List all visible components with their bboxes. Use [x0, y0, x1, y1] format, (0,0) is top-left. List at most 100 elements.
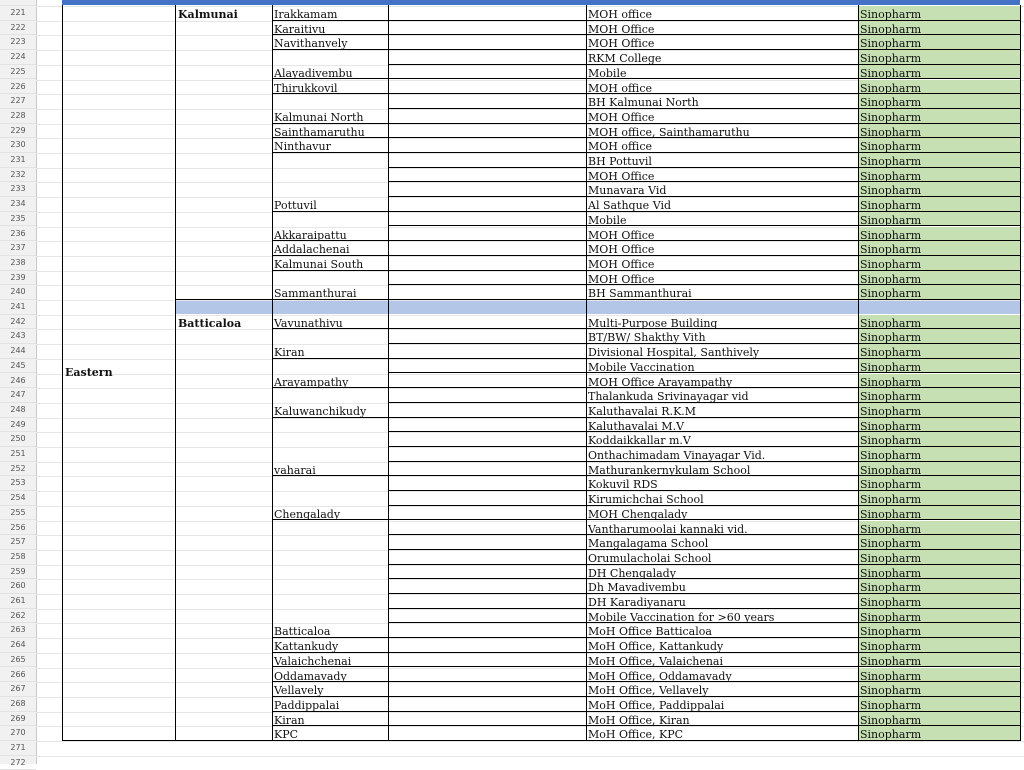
vaccine-cell[interactable]: Sinopharm [858, 667, 1020, 683]
vaccination-site-cell[interactable]: Multi-Purpose Building [586, 315, 858, 330]
vaccination-site-cell[interactable]: Mobile [586, 212, 858, 227]
row-number[interactable]: 251 [0, 447, 36, 462]
vaccination-site-cell[interactable]: DH Chengalady [586, 565, 858, 580]
vaccine-cell[interactable]: Sinopharm [858, 432, 1020, 447]
vaccination-site-cell[interactable]: MoH Office Batticaloa [586, 623, 858, 639]
vaccination-site-cell[interactable]: MOH Office [586, 35, 858, 51]
vaccine-cell[interactable]: Sinopharm [858, 388, 1020, 403]
vaccine-cell[interactable]: Sinopharm [858, 652, 1020, 668]
moh-area-cell[interactable]: Batticaloa [272, 623, 388, 639]
moh-area-cell[interactable] [272, 521, 388, 536]
vaccine-cell[interactable]: Sinopharm [858, 94, 1020, 109]
moh-area-cell[interactable] [272, 359, 388, 374]
empty-cell[interactable] [388, 579, 586, 594]
vaccine-cell[interactable]: Sinopharm [858, 20, 1020, 36]
row-number[interactable]: 233 [0, 182, 36, 198]
vaccination-site-cell[interactable]: Dh Mavadivembu [586, 579, 858, 594]
vaccination-site-cell[interactable]: Vantharumoolai kannaki vid. [586, 521, 858, 536]
moh-area-cell[interactable]: Chengalady [272, 506, 388, 521]
moh-area-cell[interactable]: Pottuvil [272, 197, 388, 212]
moh-area-cell[interactable]: Valaichchenai [272, 653, 388, 668]
spreadsheet-grid[interactable]: 2202212222232242252262272282292302312322… [0, 0, 1024, 770]
moh-area-cell[interactable] [272, 212, 388, 227]
vaccination-site-cell[interactable]: MOH office, Sainthamaruthu [586, 124, 858, 139]
vaccination-site-cell[interactable]: MOH Office [586, 256, 858, 271]
row-number[interactable]: 258 [0, 550, 36, 565]
vaccine-cell[interactable]: Sinopharm [858, 197, 1020, 212]
row-number[interactable]: 240 [0, 285, 36, 300]
vaccination-site-cell[interactable]: DH Karadiyanaru [586, 594, 858, 609]
moh-area-cell[interactable] [272, 609, 388, 624]
vaccine-cell[interactable]: Sinopharm [858, 6, 1020, 21]
row-number[interactable]: 260 [0, 579, 36, 594]
moh-area-cell[interactable]: Alayadivembu [272, 65, 388, 80]
vaccination-site-cell[interactable]: MoH Office, Kiran [586, 712, 858, 727]
moh-area-cell[interactable]: Sainthamaruthu [272, 124, 388, 139]
row-number[interactable]: 254 [0, 491, 36, 506]
empty-cell[interactable] [388, 403, 586, 418]
vaccine-cell[interactable]: Sinopharm [858, 373, 1020, 389]
vaccination-site-cell[interactable]: MOH Office [586, 227, 858, 242]
vaccine-cell[interactable]: Sinopharm [858, 594, 1020, 609]
vaccine-cell[interactable]: Sinopharm [858, 447, 1020, 462]
row-number[interactable]: 253 [0, 476, 36, 492]
vaccination-site-cell[interactable]: MoH Office, Vellavely [586, 682, 858, 697]
row-number[interactable]: 261 [0, 594, 36, 609]
empty-cell[interactable] [388, 565, 586, 580]
vaccine-cell[interactable]: Sinopharm [858, 535, 1020, 550]
empty-cell[interactable] [388, 124, 586, 139]
row-number[interactable]: 259 [0, 565, 36, 580]
vaccine-cell[interactable]: Sinopharm [858, 505, 1020, 521]
row-number[interactable]: 237 [0, 241, 36, 256]
empty-cell[interactable] [388, 697, 586, 712]
empty-cell[interactable] [388, 94, 586, 109]
row-number[interactable]: 243 [0, 329, 36, 345]
vaccination-site-cell[interactable]: BH Kalmunai North [586, 94, 858, 109]
moh-area-cell[interactable] [272, 182, 388, 197]
vaccine-cell[interactable]: Sinopharm [858, 167, 1020, 183]
row-number[interactable]: 232 [0, 168, 36, 183]
row-number[interactable]: 231 [0, 153, 36, 168]
empty-cell[interactable] [388, 418, 586, 433]
row-number[interactable]: 256 [0, 521, 36, 536]
moh-area-cell[interactable]: Irakkamam [272, 6, 388, 21]
vaccination-site-cell[interactable]: BH Pottuvil [586, 153, 858, 168]
vaccination-site-cell[interactable]: Divisional Hospital, Santhively [586, 344, 858, 359]
row-number[interactable]: 235 [0, 212, 36, 227]
vaccination-site-cell[interactable]: MOH Office [586, 21, 858, 36]
vaccine-cell[interactable]: Sinopharm [858, 696, 1020, 712]
moh-area-cell[interactable] [272, 594, 388, 609]
vaccination-site-cell[interactable]: MOH Office [586, 109, 858, 124]
vaccine-cell[interactable]: Sinopharm [858, 153, 1020, 168]
moh-area-cell[interactable] [272, 476, 388, 491]
vaccine-cell[interactable]: Sinopharm [858, 226, 1020, 242]
province-cell[interactable]: Eastern [62, 5, 175, 741]
empty-cell[interactable] [388, 329, 586, 345]
vaccination-site-cell[interactable]: Kaluthavalai R.K.M [586, 403, 858, 418]
empty-cell[interactable] [388, 6, 586, 21]
row-number[interactable]: 242 [0, 315, 36, 330]
row-number[interactable]: 250 [0, 432, 36, 447]
empty-cell[interactable] [388, 462, 586, 477]
moh-area-cell[interactable]: Kiran [272, 344, 388, 359]
empty-cell[interactable] [388, 168, 586, 183]
vaccine-cell[interactable]: Sinopharm [858, 520, 1020, 536]
empty-cell[interactable] [388, 712, 586, 727]
moh-area-cell[interactable]: Sammanthurai [272, 285, 388, 300]
vaccine-cell[interactable]: Sinopharm [858, 608, 1020, 624]
empty-cell[interactable] [388, 374, 586, 389]
row-number[interactable]: 268 [0, 697, 36, 712]
vaccine-cell[interactable]: Sinopharm [858, 417, 1020, 433]
vaccine-cell[interactable]: Sinopharm [858, 491, 1020, 506]
moh-area-cell[interactable]: KPC [272, 726, 388, 741]
empty-cell[interactable] [388, 638, 586, 653]
row-number[interactable]: 262 [0, 609, 36, 624]
empty-cell[interactable] [388, 550, 586, 565]
moh-area-cell[interactable]: Oddamavady [272, 668, 388, 683]
row-number[interactable]: 267 [0, 682, 36, 697]
row-number[interactable]: 272 [0, 756, 36, 770]
empty-cell[interactable] [388, 271, 586, 286]
empty-cell[interactable] [388, 197, 586, 212]
vaccine-cell[interactable]: Sinopharm [858, 329, 1020, 345]
row-number[interactable]: 245 [0, 359, 36, 374]
